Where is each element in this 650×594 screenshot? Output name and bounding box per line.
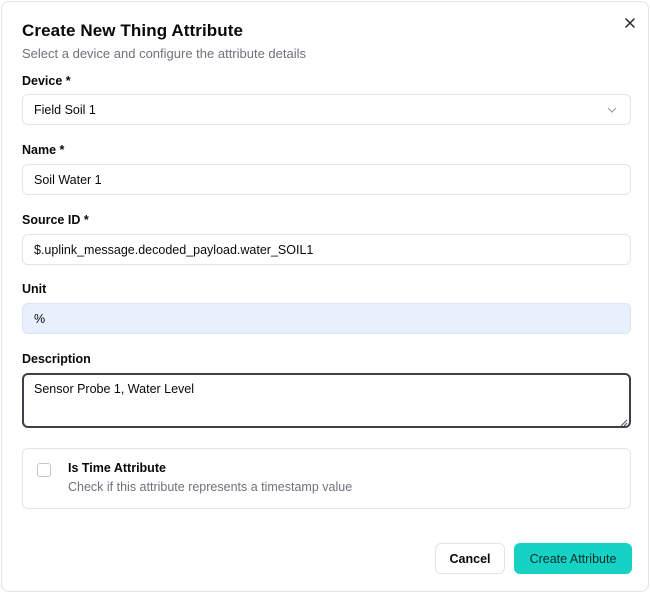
unit-input-value: %: [34, 311, 46, 326]
device-select[interactable]: Field Soil 1: [22, 94, 631, 125]
source-id-label: Source ID *: [22, 213, 89, 227]
dialog-subtitle: Select a device and configure the attrib…: [22, 46, 307, 61]
name-input[interactable]: Soil Water 1: [22, 164, 631, 195]
description-textarea-value: Sensor Probe 1, Water Level: [34, 382, 195, 396]
device-select-value: Field Soil 1: [34, 102, 96, 117]
device-label: Device *: [22, 74, 71, 88]
cancel-button[interactable]: Cancel: [435, 543, 505, 574]
unit-input[interactable]: %: [22, 303, 631, 334]
time-attribute-card: Is Time Attribute Check if this attribut…: [22, 448, 631, 509]
description-textarea[interactable]: Sensor Probe 1, Water Level: [22, 373, 631, 428]
description-label: Description: [22, 352, 91, 366]
create-attribute-dialog: Create New Thing Attribute Select a devi…: [1, 1, 649, 592]
source-id-input[interactable]: $.uplink_message.decoded_payload.water_S…: [22, 234, 631, 265]
time-attribute-checkbox[interactable]: [37, 463, 51, 477]
unit-label: Unit: [22, 282, 47, 296]
source-id-input-value: $.uplink_message.decoded_payload.water_S…: [34, 242, 314, 257]
time-attribute-title: Is Time Attribute: [68, 461, 166, 475]
name-label: Name *: [22, 143, 65, 157]
close-button[interactable]: [622, 15, 638, 33]
name-input-value: Soil Water 1: [34, 172, 102, 187]
time-attribute-description: Check if this attribute represents a tim…: [68, 480, 353, 494]
create-attribute-button[interactable]: Create Attribute: [514, 543, 632, 574]
dialog-title: Create New Thing Attribute: [22, 21, 244, 40]
close-icon: [625, 15, 635, 33]
resize-grip-icon[interactable]: [619, 416, 628, 427]
chevron-down-icon: [606, 104, 618, 116]
